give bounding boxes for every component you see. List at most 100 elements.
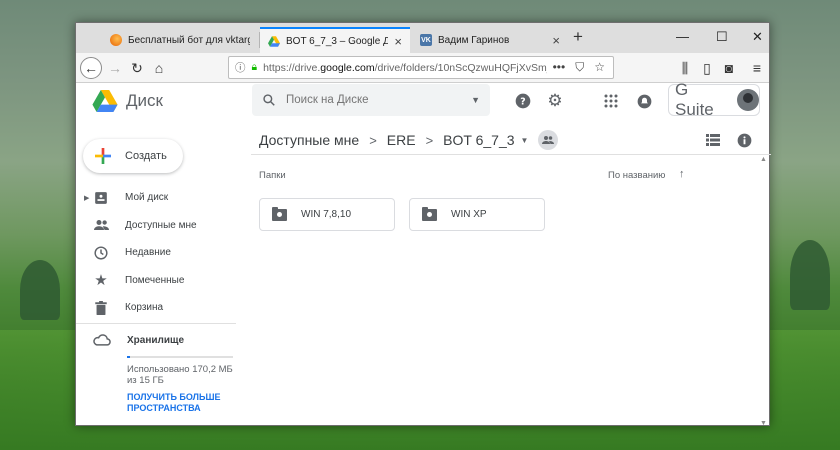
navigation-toolbar: ← → ↻ ⌂ ⓘ 🔒︎ https://drive.google.com/dr… [76, 53, 769, 83]
create-label: Создать [125, 150, 167, 162]
url-bar[interactable]: ⓘ 🔒︎ https://drive.google.com/drive/fold… [228, 56, 614, 79]
sort-by-name-button[interactable]: По названию [608, 170, 665, 181]
my-drive-icon [93, 190, 109, 206]
url-actions: ••• ⛉ ☆ [553, 60, 613, 75]
sidebar-item-label: Мой диск [125, 192, 169, 204]
vk-favicon-icon: VK [420, 34, 432, 46]
sidebar-item-recent[interactable]: Недавние [76, 239, 246, 267]
star-icon: ★ [94, 272, 108, 290]
home-icon[interactable]: ⌂ [148, 57, 170, 79]
folder-menu-caret-icon[interactable]: ▼ [521, 136, 529, 145]
upgrade-line2: ПРОСТРАНСТВА [127, 403, 201, 413]
cloud-icon [93, 334, 111, 346]
drive-logo-icon [92, 90, 118, 112]
app-name: Диск [126, 91, 163, 110]
shared-folder-icon[interactable] [538, 130, 559, 150]
avatar[interactable] [737, 89, 759, 111]
close-window-icon[interactable]: ✕ [752, 29, 763, 45]
gsuite-label: G Suite [675, 80, 714, 119]
tab-google-drive[interactable]: BOT 6_7_3 – Google Диск × [260, 27, 410, 53]
sidebar-item-starred[interactable]: ★ Помеченные [76, 267, 246, 295]
tab-title: BOT 6_7_3 – Google Диск [286, 35, 388, 47]
drive-logo[interactable]: Диск [92, 90, 163, 112]
account-switcher[interactable]: G Suite [668, 80, 760, 119]
settings-gear-icon[interactable]: ⚙ [545, 91, 565, 111]
forward-icon[interactable]: → [104, 57, 126, 79]
storage-progress-bar [127, 356, 233, 358]
tab-bar: Бесплатный бот для vktarget – BOT 6_7_3 … [76, 23, 769, 53]
library-icon[interactable]: ⫼ [674, 57, 696, 79]
apps-grid-icon[interactable] [601, 91, 621, 111]
drive-favicon-icon [268, 35, 280, 47]
reload-icon[interactable]: ↻ [126, 57, 148, 79]
maximize-icon[interactable]: ☐ [716, 29, 728, 45]
storage-section: Хранилище Использовано 170,2 МБ из 15 ГБ… [93, 334, 243, 414]
search-options-icon[interactable]: ▼ [471, 95, 480, 105]
breadcrumb-item-current[interactable]: BOT 6_7_3 [443, 132, 514, 148]
scroll-down-icon[interactable]: ▼ [760, 420, 767, 427]
notifications-bell-icon[interactable] [634, 91, 654, 111]
breadcrumb: Доступные мне > ERE > BOT 6_7_3 ▼ [259, 130, 559, 150]
menu-icon[interactable]: ≡ [746, 57, 768, 79]
sidebar-item-label: Недавние [125, 247, 171, 259]
close-tab-icon[interactable]: × [394, 34, 402, 49]
trash-icon [93, 300, 109, 316]
minimize-icon[interactable]: — [676, 29, 689, 44]
storage-header[interactable]: Хранилище [93, 334, 243, 346]
sidebar-item-my-drive[interactable]: ▶ Мой диск [76, 184, 246, 212]
storage-label: Хранилище [127, 334, 185, 346]
firefox-favicon-icon [110, 34, 122, 46]
storage-usage: Использовано 170,2 МБ из 15 ГБ [127, 364, 243, 386]
clock-icon [93, 245, 109, 261]
expand-arrow-icon[interactable]: ▶ [84, 194, 89, 202]
breadcrumb-separator: > [369, 132, 377, 148]
background-tree [20, 260, 60, 320]
folder-item[interactable]: WIN 7,8,10 [259, 198, 395, 231]
upgrade-line1: ПОЛУЧИТЬ БОЛЬШЕ [127, 392, 221, 402]
search-input[interactable] [286, 94, 462, 106]
browser-window: Бесплатный бот для vktarget – BOT 6_7_3 … [75, 22, 771, 427]
sidebar-item-label: Доступные мне [125, 219, 197, 231]
create-button[interactable]: Создать [83, 139, 183, 173]
sidebar-icon[interactable]: ▯ [696, 57, 718, 79]
sidebar-divider [76, 323, 236, 324]
folder-item[interactable]: WIN XP [409, 198, 545, 231]
shared-people-icon [93, 217, 109, 233]
storage-usage-line1: Использовано 170,2 МБ [127, 364, 233, 375]
search-icon [263, 94, 275, 106]
tab-title: Бесплатный бот для vktarget – [128, 34, 250, 46]
sidebar-item-shared[interactable]: Доступные мне [76, 212, 246, 240]
bookmark-star-icon[interactable]: ☆ [594, 60, 605, 75]
storage-progress-fill [127, 356, 131, 358]
close-tab-icon[interactable]: × [552, 33, 560, 48]
content-scrollbar[interactable]: ▲ ▼ [759, 156, 769, 427]
storage-usage-line2: из 15 ГБ [127, 375, 164, 386]
url-path: /drive/folders/10nScQzwuHQFjXvSm_dyw [374, 61, 547, 74]
tab-vktarget[interactable]: Бесплатный бот для vktarget – [102, 27, 258, 53]
sidebar-item-trash[interactable]: Корзина [76, 294, 246, 322]
scroll-up-icon[interactable]: ▲ [760, 156, 767, 163]
page-actions-icon[interactable]: ••• [553, 60, 566, 75]
get-more-storage-link[interactable]: ПОЛУЧИТЬ БОЛЬШЕ ПРОСТРАНСТВА [127, 392, 243, 414]
svg-text:?: ? [520, 96, 525, 107]
header-divider [251, 154, 771, 155]
details-info-icon[interactable] [734, 130, 754, 150]
tab-vk-profile[interactable]: VK Вадим Гаринов × [412, 27, 568, 53]
list-view-icon[interactable] [703, 130, 723, 150]
sidebar-nav: ▶ Мой диск Доступные мне Недавние ★ Поме… [76, 184, 246, 322]
pocket-icon[interactable]: ⛉ [575, 60, 584, 75]
new-tab-icon[interactable]: + [573, 27, 583, 47]
search-box[interactable]: ▼ [252, 84, 490, 116]
help-icon[interactable]: ? [513, 91, 533, 111]
breadcrumb-item-ere[interactable]: ERE [387, 132, 416, 148]
url-prefix: https://drive. [263, 61, 321, 74]
shared-folder-icon [272, 206, 287, 221]
folder-name: WIN XP [451, 209, 487, 220]
extension-icon[interactable]: ◙ [718, 57, 740, 79]
google-drive-app: Диск ▼ ? ⚙ G Suite Созда [76, 80, 771, 427]
sidebar-item-label: Корзина [125, 302, 164, 314]
info-icon[interactable]: ⓘ [235, 60, 246, 75]
sort-direction-arrow-icon[interactable]: ↑ [679, 168, 685, 180]
back-icon[interactable]: ← [80, 57, 102, 79]
breadcrumb-item-shared[interactable]: Доступные мне [259, 132, 359, 148]
